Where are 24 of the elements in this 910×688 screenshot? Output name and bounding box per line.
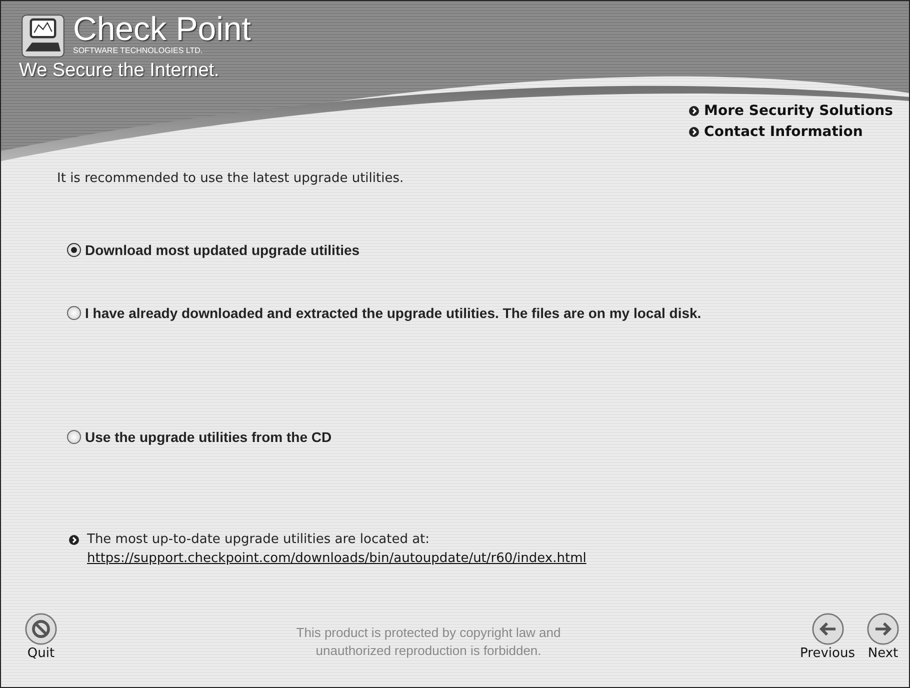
quit-button[interactable]: Quit [25, 613, 57, 661]
intro-text: It is recommended to use the latest upgrade utilities. [57, 171, 405, 186]
arrow-bullet-icon [689, 127, 700, 137]
previous-button[interactable]: Previous [800, 613, 855, 661]
header-link[interactable]: More Security Solutions [704, 103, 893, 119]
arrow-bullet-icon [69, 535, 79, 545]
brand-subtitle: SOFTWARE TECHNOLOGIES LTD. [73, 46, 204, 55]
header-link[interactable]: Contact Information [704, 124, 863, 140]
radio-button[interactable] [67, 243, 81, 257]
radio-button[interactable] [67, 430, 81, 444]
copyright-text: This product is protected by copyright law and [296, 625, 561, 640]
arrow-bullet-icon [689, 106, 700, 116]
radio-button[interactable] [67, 306, 81, 320]
download-link[interactable]: https://support.checkpoint.com/downloads/bin/autoupdate/ut/r60/index.html [87, 551, 586, 566]
option-label[interactable]: Download most updated upgrade utilities [85, 242, 360, 258]
note-text: The most up-to-date upgrade utilities are located at: [87, 532, 431, 547]
tagline: We Secure the Internet. [19, 60, 220, 82]
computer-icon [21, 14, 65, 58]
brand-name: Check Point [73, 14, 251, 44]
copyright-text: unauthorized reproduction is forbidden. [316, 643, 542, 658]
next-button[interactable]: Next [867, 613, 899, 661]
option-label[interactable]: I have already downloaded and extracted the upgrade utilities. The files are on my local disk. [85, 305, 702, 321]
quit-icon [25, 613, 57, 645]
option-label[interactable]: Use the upgrade utilities from the CD [85, 429, 332, 445]
